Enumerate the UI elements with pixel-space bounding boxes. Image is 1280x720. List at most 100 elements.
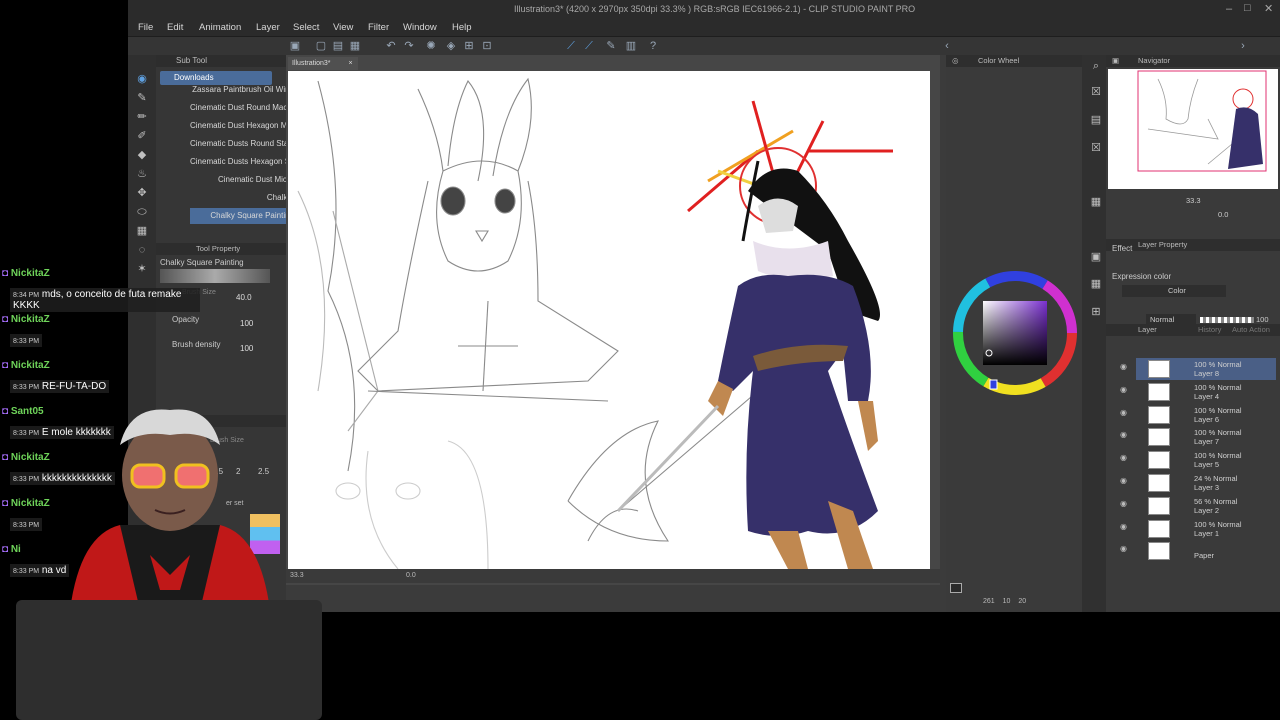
drawing-canvas[interactable] [288,71,930,569]
layer-thumbnail [1148,382,1170,401]
layer-row[interactable]: ◉ 100 % Normal Layer 1 [1120,518,1276,540]
brush-tool-icon[interactable]: ✐ [134,129,150,143]
brush-item[interactable]: Chalk 2 [190,190,300,206]
panel-expand-icon[interactable]: › [1236,39,1250,53]
opacity-value[interactable]: 100 [240,319,253,328]
layer-row[interactable]: ◉ 100 % Normal Layer 8 [1120,358,1276,380]
document-tab[interactable]: Illustration3* × [288,57,358,70]
trash-icon[interactable]: ▦ [1088,277,1104,291]
brush-item[interactable]: Zassara Paintbrush Oil Wind [190,85,300,95]
eye-icon[interactable]: ◉ [1120,545,1128,553]
brush-size-value[interactable]: 40.0 [236,293,252,302]
history-tab[interactable]: History [1198,324,1221,336]
navigator-angle[interactable]: 0.0 [1218,210,1228,219]
layer-panel-icon[interactable]: ▤ [1088,113,1104,127]
pen-tool-icon[interactable]: ✎ [134,91,150,105]
eye-icon[interactable]: ◉ [1120,477,1128,485]
auto-action-tab[interactable]: Auto Action [1232,324,1270,336]
menu-file[interactable]: File [138,22,153,33]
fg-color-swatch[interactable] [950,583,962,593]
layer-opacity-value[interactable]: 100 [1256,315,1269,324]
navigator-preview[interactable] [1108,69,1278,189]
navigator-zoom[interactable]: 33.3 [1186,196,1201,205]
save-icon[interactable]: ▦ [348,39,362,53]
gradient-tool-icon[interactable]: ▦ [134,224,150,238]
history-icon[interactable]: ⊞ [1088,305,1104,319]
move-tool-icon[interactable]: ✥ [134,186,150,200]
layer-row[interactable]: ◉ Paper [1120,540,1276,562]
lasso-tool-icon[interactable]: ◌ [134,243,150,257]
settings-icon[interactable]: ✺ [424,39,438,53]
menu-edit[interactable]: Edit [167,22,183,33]
expression-color-select[interactable]: Color [1122,285,1226,297]
help-icon[interactable]: ? [646,39,660,53]
brush-item-selected[interactable]: Chalky Square Painting [190,208,300,224]
maximize-icon[interactable]: □ [1244,2,1251,14]
layer-thumbnail [1148,405,1170,424]
close-icon[interactable]: ✕ [1264,2,1273,15]
eye-icon[interactable]: ◉ [1120,431,1128,439]
menu-view[interactable]: View [333,22,353,33]
eye-icon[interactable]: ◉ [1120,408,1128,416]
layer-row[interactable]: ◉ 100 % Normal Layer 4 [1120,381,1276,403]
fill-icon[interactable]: ◈ [444,39,458,53]
snap-special-icon[interactable]: ⟋ [582,39,596,53]
chat-time: 8:34 PM [13,292,40,299]
search-icon[interactable]: ⌕ [1088,59,1104,73]
menu-animation[interactable]: Animation [199,22,241,33]
page-icon[interactable]: ▥ [624,39,638,53]
layer-opacity-slider[interactable] [1200,317,1254,323]
fill-tool-icon[interactable]: ⬭ [134,205,150,219]
brush-item[interactable]: Cinematic Dusts Round Standard [190,136,300,152]
chat-time: 8:33 PM [13,338,40,345]
eye-icon[interactable]: ◉ [1120,454,1128,462]
snap-ruler-icon[interactable]: ⟋ [564,39,578,53]
panel-collapse-icon[interactable]: ‹ [940,39,954,53]
brush-item[interactable]: Cinematic Dust Round Macro [190,100,300,116]
material-icon[interactable]: ▣ [1088,250,1104,264]
eraser-tool-icon[interactable]: ◆ [134,148,150,162]
tab-close-icon[interactable]: × [349,60,353,67]
eye-icon[interactable]: ◉ [1120,522,1128,530]
menu-layer[interactable]: Layer [256,22,280,33]
stack-icon[interactable]: ▦ [1088,195,1104,209]
minimize-icon[interactable]: – [1226,3,1232,15]
brush-group-tab[interactable]: Downloads [160,71,272,85]
zoom-readout[interactable]: 33.3 [290,572,304,579]
brush-density-value[interactable]: 100 [240,344,253,353]
layer-row[interactable]: ◉ 100 % Normal Layer 6 [1120,404,1276,426]
layer-row[interactable]: ◉ 100 % Normal Layer 5 [1120,449,1276,471]
eye-icon[interactable]: ◉ [1120,499,1128,507]
layer-row[interactable]: ◉ 24 % Normal Layer 3 [1120,472,1276,494]
pencil-tool-icon[interactable]: ✏ [134,110,150,124]
chat-user: NickitaZ [10,498,50,509]
brush-item[interactable]: Cinematic Dust Hexagon Macro [190,118,300,134]
menu-window[interactable]: Window [403,22,437,33]
color-wheel[interactable] [952,270,1078,396]
eye-icon[interactable]: ◉ [1120,363,1128,371]
angle-readout[interactable]: 0.0 [406,572,416,579]
eye-icon[interactable]: ◉ [1120,385,1128,393]
transform-icon[interactable]: ⊞ [462,39,476,53]
blend-mode-select[interactable]: Normal [1146,314,1196,326]
layer-name: Layer 5 [1194,460,1220,470]
redo-icon[interactable]: ↷ [402,39,416,53]
zoom-tool-icon[interactable]: ◉ [134,72,150,86]
brush-item[interactable]: Cinematic Dusts Hexagon Standard [190,154,300,170]
pen-settings-icon[interactable]: ✎ [604,39,618,53]
menu-help[interactable]: Help [452,22,472,33]
mask-icon[interactable]: ☒ [1088,141,1104,155]
undo-icon[interactable]: ↶ [384,39,398,53]
new-file-icon[interactable]: ▢ [314,39,328,53]
layer-mode: 100 % Normal [1194,382,1242,392]
close-panel-icon[interactable]: ☒ [1088,85,1104,99]
blend-tool-icon[interactable]: ♨ [134,167,150,181]
layer-row[interactable]: ◉ 100 % Normal Layer 7 [1120,426,1276,448]
menu-filter[interactable]: Filter [368,22,389,33]
menu-select[interactable]: Select [293,22,319,33]
open-icon[interactable]: ▤ [331,39,345,53]
brush-item[interactable]: Cinematic Dust Micro [190,172,300,188]
new-canvas-icon[interactable]: ▣ [288,39,302,53]
layer-row[interactable]: ◉ 56 % Normal Layer 2 [1120,495,1276,517]
crop-icon[interactable]: ⊡ [480,39,494,53]
